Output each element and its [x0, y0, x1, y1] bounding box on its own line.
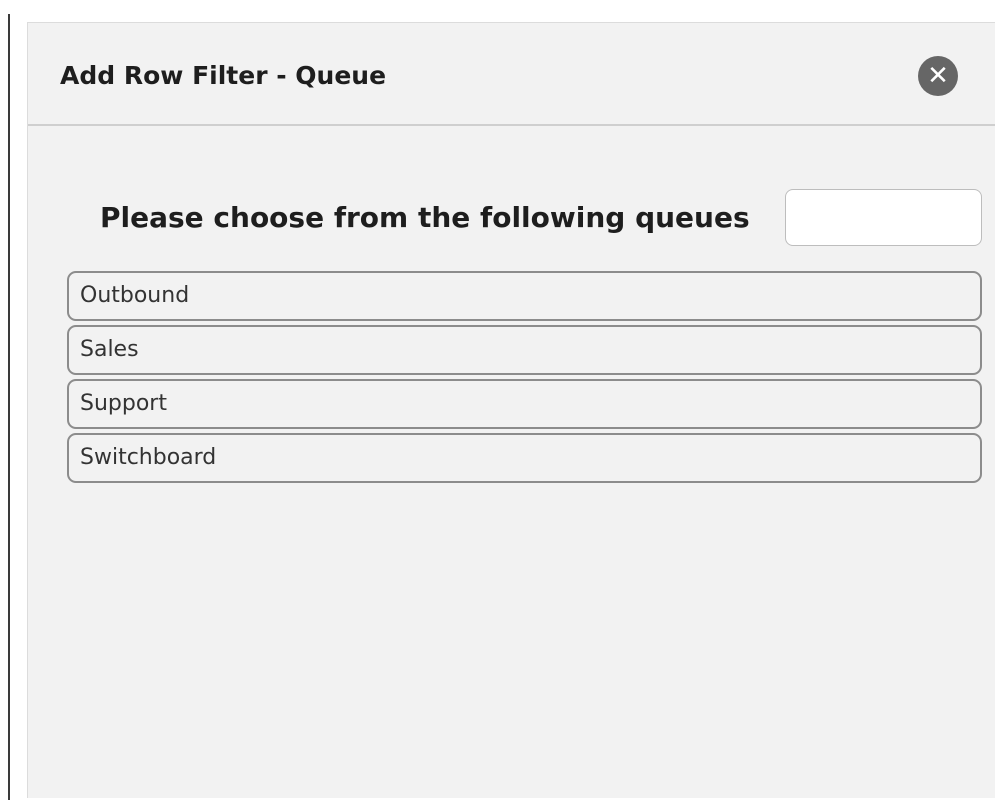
window-edge-divider: [8, 14, 10, 800]
add-row-filter-dialog: Add Row Filter - Queue ✕ Please choose f…: [27, 22, 995, 798]
queue-item-sales[interactable]: Sales: [67, 325, 982, 375]
queue-item-switchboard[interactable]: Switchboard: [67, 433, 982, 483]
dialog-header: Add Row Filter - Queue ✕: [28, 23, 995, 126]
queue-item-support[interactable]: Support: [67, 379, 982, 429]
queue-list: Outbound Sales Support Switchboard: [67, 271, 982, 487]
prompt-row: Please choose from the following queues: [28, 189, 996, 247]
queue-item-outbound[interactable]: Outbound: [67, 271, 982, 321]
dialog-title: Add Row Filter - Queue: [60, 61, 387, 90]
close-button[interactable]: ✕: [918, 56, 958, 96]
prompt-label: Please choose from the following queues: [100, 201, 750, 234]
queue-filter-input[interactable]: [785, 189, 982, 246]
close-icon: ✕: [927, 61, 949, 91]
